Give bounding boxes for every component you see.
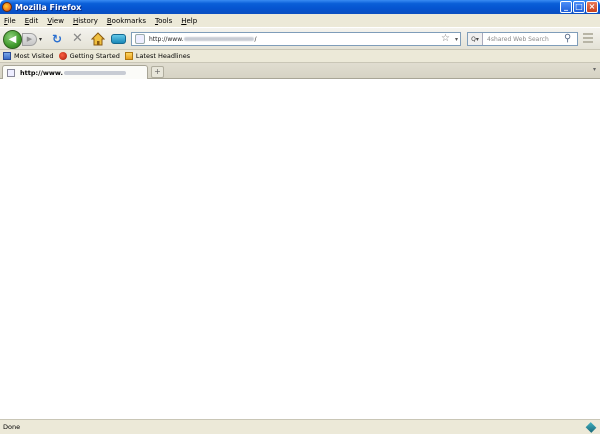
redacted-domain <box>63 70 126 75</box>
most-visited-icon <box>3 52 11 60</box>
addon-toolbar-icon[interactable] <box>111 34 126 44</box>
navigation-toolbar: ◀ ▶ ▾ ↻ ✕ http://www. / ☆ ▾ Q▾ 4shared We… <box>0 27 600 50</box>
bookmark-star-icon[interactable]: ☆ <box>441 33 450 45</box>
firefox-getting-started-icon <box>58 52 67 60</box>
tab-strip: http://www. + ▾ <box>0 63 600 79</box>
search-input[interactable]: 4shared Web Search <box>487 36 549 43</box>
tab-active[interactable]: http://www. <box>2 65 148 79</box>
history-dropdown-icon[interactable]: ▾ <box>39 36 42 43</box>
window-controls: _ □ × <box>560 1 598 13</box>
firefox-app-icon[interactable] <box>2 2 12 12</box>
search-go-icon[interactable]: ⚲ <box>564 33 571 44</box>
toolbar-grip <box>583 33 593 45</box>
search-engine-selector[interactable]: Q▾ <box>468 33 483 45</box>
maximize-button[interactable]: □ <box>573 1 585 13</box>
tab-title: http://www. <box>20 69 126 77</box>
tab-favicon-icon <box>7 68 15 77</box>
forward-button[interactable]: ▶ <box>22 33 37 46</box>
stop-button[interactable]: ✕ <box>72 32 83 45</box>
status-bar: Done <box>0 419 600 434</box>
bookmark-latest-headlines[interactable]: Latest Headlines <box>124 52 190 60</box>
bookmark-getting-started[interactable]: Getting Started <box>58 52 120 60</box>
menu-help[interactable]: Help <box>181 17 197 25</box>
menu-edit[interactable]: Edit <box>25 17 39 25</box>
status-text: Done <box>3 423 21 431</box>
home-icon <box>90 32 106 46</box>
close-button[interactable]: × <box>586 1 598 13</box>
page-content[interactable] <box>0 79 600 419</box>
minimize-button[interactable]: _ <box>560 1 572 13</box>
address-dropdown-icon[interactable]: ▾ <box>455 33 458 46</box>
list-all-tabs-icon[interactable]: ▾ <box>593 66 596 73</box>
redacted-domain <box>184 36 255 41</box>
reload-button[interactable]: ↻ <box>52 33 62 45</box>
addon-status-icon[interactable] <box>585 422 597 433</box>
search-bar[interactable]: Q▾ 4shared Web Search <box>467 32 578 46</box>
home-button[interactable] <box>90 32 106 46</box>
title-bar[interactable]: Mozilla Firefox _ □ × <box>0 0 600 14</box>
menu-bookmarks[interactable]: Bookmarks <box>107 17 146 25</box>
rss-folder-icon <box>124 52 133 60</box>
site-identity-icon[interactable] <box>135 34 145 44</box>
new-tab-button[interactable]: + <box>151 66 164 78</box>
back-button[interactable]: ◀ <box>3 30 22 49</box>
menu-history[interactable]: History <box>73 17 98 25</box>
window-title: Mozilla Firefox <box>15 2 82 12</box>
bookmark-most-visited[interactable]: Most Visited <box>3 52 54 60</box>
menu-bar: File Edit View History Bookmarks Tools H… <box>0 14 600 27</box>
address-text[interactable]: http://www. / <box>149 36 257 43</box>
menu-file[interactable]: File <box>4 17 16 25</box>
menu-tools[interactable]: Tools <box>155 17 172 25</box>
address-bar[interactable]: http://www. / ☆ ▾ <box>131 32 461 46</box>
menu-view[interactable]: View <box>47 17 64 25</box>
bookmarks-toolbar: Most Visited Getting Started Latest Head… <box>0 50 600 63</box>
